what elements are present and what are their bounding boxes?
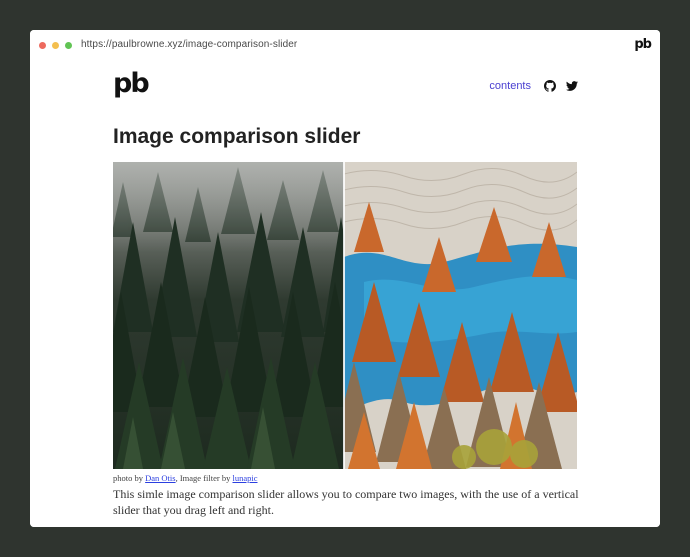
image-comparison-slider[interactable] [113, 162, 577, 469]
caption-prefix: photo by [113, 473, 146, 483]
slider-handle[interactable] [343, 162, 345, 469]
site-nav: contents [489, 80, 578, 92]
github-icon[interactable] [544, 80, 556, 92]
browser-titlebar: https://paulbrowne.xyz/image-comparison-… [30, 30, 660, 60]
minimize-window-button[interactable] [52, 42, 59, 49]
forest-photo-filtered [344, 162, 577, 469]
site-logo[interactable]: pb [113, 68, 150, 100]
twitter-icon[interactable] [566, 80, 578, 92]
close-window-button[interactable] [39, 42, 46, 49]
page-title: Image comparison slider [113, 125, 361, 148]
browser-window: https://paulbrowne.xyz/image-comparison-… [30, 30, 660, 527]
forest-photo-original [113, 162, 344, 469]
image-caption: photo by Dan Otis, Image filter by lunap… [113, 473, 258, 483]
filter-credit-link[interactable]: lunapic [232, 473, 257, 483]
caption-middle: , Image filter by [175, 473, 233, 483]
photographer-link[interactable]: Dan Otis [145, 473, 175, 483]
page-content: pb contents Image comparison slider phot… [30, 60, 660, 527]
browser-site-logo: pb [634, 37, 652, 52]
maximize-window-button[interactable] [65, 42, 72, 49]
page-description: This simle image comparison slider allow… [113, 487, 579, 517]
nav-contents-link[interactable]: contents [489, 80, 531, 92]
address-bar-url[interactable]: https://paulbrowne.xyz/image-comparison-… [81, 39, 297, 50]
